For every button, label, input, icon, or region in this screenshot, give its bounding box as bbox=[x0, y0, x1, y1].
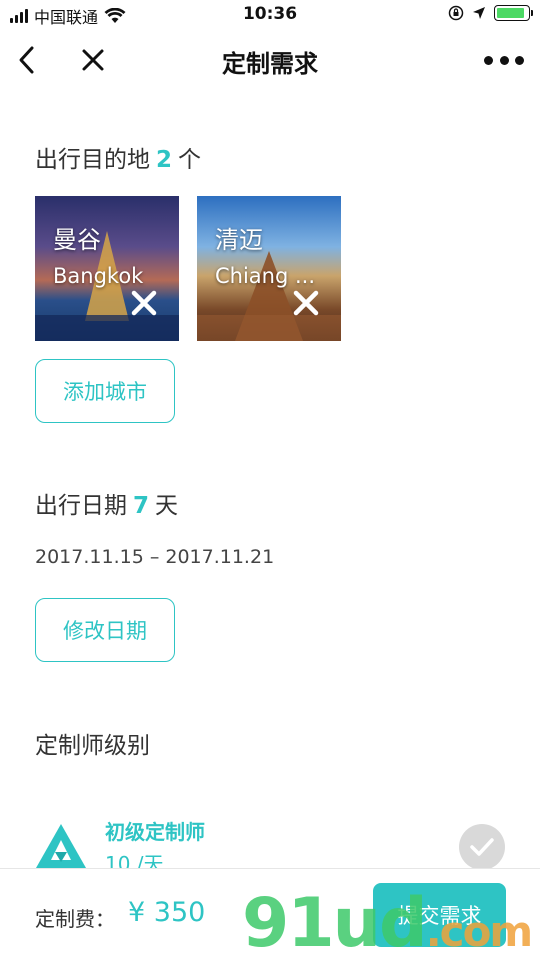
nav-bar: 定制需求 bbox=[0, 30, 540, 90]
dates-unit: 天 bbox=[155, 493, 179, 519]
add-city-button[interactable]: 添加城市 bbox=[35, 359, 175, 423]
close-button[interactable] bbox=[78, 42, 108, 78]
fee-value: ¥ 350 bbox=[128, 897, 206, 928]
destinations-unit: 个 bbox=[178, 147, 202, 173]
city-name-en: Chiang ... bbox=[215, 264, 316, 288]
submit-request-button[interactable]: 提交需求 bbox=[373, 883, 506, 947]
remove-city-icon[interactable] bbox=[293, 290, 319, 316]
check-icon bbox=[470, 838, 494, 856]
city-name-cn: 清迈 bbox=[215, 226, 263, 254]
more-dots-icon bbox=[484, 55, 493, 65]
status-bar: 中国联通 10:36 bbox=[0, 0, 540, 30]
planner-level-option[interactable]: 初级定制师 10 /天 bbox=[35, 810, 515, 876]
ground-image bbox=[197, 315, 341, 341]
dates-days: 7 bbox=[133, 493, 150, 519]
location-icon bbox=[473, 7, 485, 19]
back-button[interactable] bbox=[12, 42, 42, 78]
status-right bbox=[448, 5, 533, 21]
select-check-button[interactable] bbox=[459, 824, 505, 870]
planner-level-name: 初级定制师 bbox=[105, 820, 205, 844]
battery-level bbox=[497, 8, 524, 18]
water-image bbox=[35, 315, 179, 341]
bottom-bar: 定制费： ¥ 350 提交需求 bbox=[0, 868, 540, 960]
fee-label: 定制费： bbox=[35, 907, 115, 931]
dates-heading: 出行日期 7 天 bbox=[35, 486, 178, 520]
more-button[interactable] bbox=[484, 48, 524, 72]
destinations-count: 2 bbox=[156, 147, 173, 173]
modify-date-button[interactable]: 修改日期 bbox=[35, 598, 175, 662]
city-name-en: Bangkok bbox=[53, 264, 144, 288]
planner-level-heading: 定制师级别 bbox=[35, 733, 150, 759]
city-list: 曼谷 Bangkok 清迈 Chiang ... bbox=[35, 196, 341, 341]
dates-label: 出行日期 bbox=[35, 493, 127, 519]
orientation-lock-icon bbox=[448, 5, 464, 21]
destinations-heading: 出行目的地 2 个 bbox=[35, 140, 201, 174]
chevron-left-icon bbox=[19, 46, 34, 74]
destinations-label: 出行目的地 bbox=[35, 147, 150, 173]
close-icon bbox=[82, 49, 104, 71]
city-name-cn: 曼谷 bbox=[53, 226, 101, 254]
city-card-chiangmai[interactable]: 清迈 Chiang ... bbox=[197, 196, 341, 341]
triangle-logo-icon bbox=[36, 824, 86, 868]
city-card-bangkok[interactable]: 曼谷 Bangkok bbox=[35, 196, 179, 341]
battery-icon bbox=[494, 5, 533, 21]
date-range: 2017.11.15 – 2017.11.21 bbox=[35, 546, 275, 568]
remove-city-icon[interactable] bbox=[131, 290, 157, 316]
